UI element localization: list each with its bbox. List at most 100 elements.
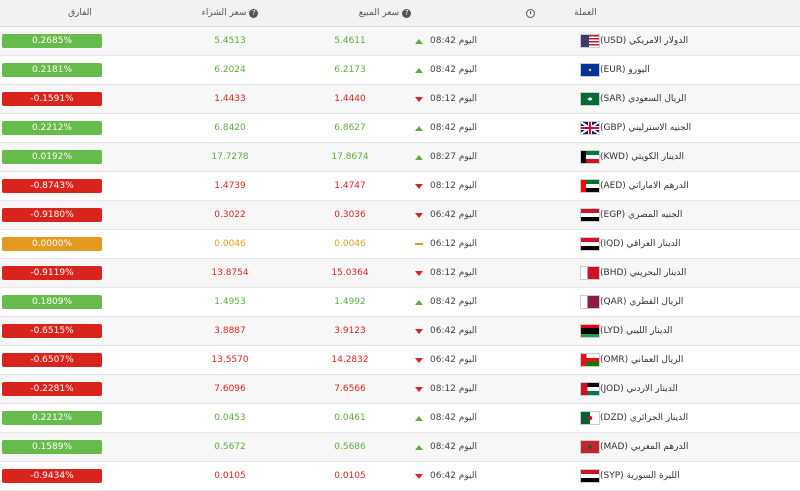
trend-cell bbox=[410, 433, 428, 461]
currency-cell: الدولار الامريكي (USD) bbox=[574, 27, 794, 55]
table-row: الليرة السورية (SYP) اليوم 06:42 0.0105 … bbox=[0, 462, 800, 491]
diff-badge: 0.1809% bbox=[2, 295, 102, 309]
currency-name: الجنيه المصري (EGP) bbox=[600, 210, 683, 220]
sell-price: 6.2173 bbox=[334, 65, 366, 75]
clock-icon bbox=[525, 8, 535, 18]
trend-cell bbox=[410, 143, 428, 171]
buy-price: 5.4513 bbox=[214, 36, 246, 46]
eu-flag-icon bbox=[580, 63, 600, 77]
help-icon[interactable]: ? bbox=[249, 8, 259, 18]
trend-cell bbox=[410, 404, 428, 432]
currency-name: الدينار الكويتي (KWD) bbox=[600, 152, 685, 162]
trend-up-icon bbox=[415, 67, 423, 73]
update-time: اليوم 08:42 bbox=[430, 123, 477, 133]
trend-up-icon bbox=[415, 125, 423, 131]
trend-down-icon bbox=[415, 183, 423, 189]
currency-cell: الليرة السورية (SYP) bbox=[574, 462, 794, 490]
diff-cell: -0.1591% bbox=[2, 85, 104, 113]
currency-name: الدرهم الاماراتي (AED) bbox=[600, 181, 689, 191]
diff-badge: 0.1589% bbox=[2, 440, 102, 454]
diff-badge: 0.2685% bbox=[2, 34, 102, 48]
sy-flag-icon bbox=[580, 469, 600, 483]
kw-flag-icon bbox=[580, 150, 600, 164]
update-time: اليوم 06:42 bbox=[430, 471, 477, 481]
diff-cell: -0.8743% bbox=[2, 172, 104, 200]
trend-down-icon bbox=[415, 96, 423, 102]
currency-name: الريال القطري (QAR) bbox=[600, 297, 684, 307]
gb-flag-icon bbox=[580, 121, 600, 135]
diff-cell: -0.2281% bbox=[2, 375, 104, 403]
table-row: الريال القطري (QAR) اليوم 08:42 1.4992 1… bbox=[0, 288, 800, 317]
diff-badge: -0.9119% bbox=[2, 266, 102, 280]
buy-price: 6.2024 bbox=[214, 65, 246, 75]
update-time: اليوم 06:12 bbox=[430, 239, 477, 249]
currency-cell: الدينار الاردني (JOD) bbox=[574, 375, 794, 403]
diff-badge: 0.2212% bbox=[2, 121, 102, 135]
currency-cell: الدينار الليبي (LYD) bbox=[574, 317, 794, 345]
buy-price: 0.0453 bbox=[214, 413, 246, 423]
trend-cell bbox=[410, 201, 428, 229]
om-flag-icon bbox=[580, 353, 600, 367]
buy-price: 3.8887 bbox=[214, 326, 246, 336]
buy-price: 1.4739 bbox=[214, 181, 246, 191]
diff-cell: 0.1589% bbox=[2, 433, 104, 461]
eg-flag-icon bbox=[580, 208, 600, 222]
help-icon[interactable]: ? bbox=[402, 8, 412, 18]
diff-cell: -0.6515% bbox=[2, 317, 104, 345]
sell-price: 6.8627 bbox=[334, 123, 366, 133]
trend-cell bbox=[410, 375, 428, 403]
diff-cell: 0.2181% bbox=[2, 56, 104, 84]
buy-price: 0.3022 bbox=[214, 210, 246, 220]
currency-name: الدينار الجزائري (DZD) bbox=[600, 413, 689, 423]
diff-cell: 0.2212% bbox=[2, 404, 104, 432]
update-time: اليوم 06:42 bbox=[430, 210, 477, 220]
bh-flag-icon bbox=[580, 266, 600, 280]
trend-cell bbox=[410, 462, 428, 490]
currency-name: الريال السعودي (SAR) bbox=[600, 94, 687, 104]
sell-price: 5.4611 bbox=[334, 36, 366, 46]
trend-cell bbox=[410, 172, 428, 200]
buy-price: 13.5570 bbox=[211, 355, 249, 365]
diff-cell: 0.2685% bbox=[2, 27, 104, 55]
sell-price: 0.5686 bbox=[334, 442, 366, 452]
sell-price: 1.4440 bbox=[334, 94, 366, 104]
table-row: الدينار العراقي (IQD) اليوم 06:12 0.0046… bbox=[0, 230, 800, 259]
trend-down-icon bbox=[415, 328, 423, 334]
diff-badge: 0.0000% bbox=[2, 237, 102, 251]
diff-cell: 0.0192% bbox=[2, 143, 104, 171]
update-time: اليوم 08:27 bbox=[430, 152, 477, 162]
currency-cell: الدرهم المغربي (MAD) bbox=[574, 433, 794, 461]
update-time: اليوم 08:42 bbox=[430, 442, 477, 452]
currency-cell: الريال السعودي (SAR) bbox=[574, 85, 794, 113]
trend-flat-icon bbox=[415, 243, 423, 245]
iq-flag-icon bbox=[580, 237, 600, 251]
diff-cell: 0.0000% bbox=[2, 230, 104, 258]
diff-badge: -0.8743% bbox=[2, 179, 102, 193]
update-time: اليوم 06:42 bbox=[430, 326, 477, 336]
update-time: اليوم 08:42 bbox=[430, 36, 477, 46]
table-row: الدينار الليبي (LYD) اليوم 06:42 3.9123 … bbox=[0, 317, 800, 346]
header-diff-label: الفارق bbox=[68, 8, 92, 18]
currency-cell: الدينار الجزائري (DZD) bbox=[574, 404, 794, 432]
diff-cell: -0.6507% bbox=[2, 346, 104, 374]
currency-cell: اليورو (EUR) bbox=[574, 56, 794, 84]
sell-price: 17.8674 bbox=[331, 152, 369, 162]
buy-price: 0.5672 bbox=[214, 442, 246, 452]
jo-flag-icon bbox=[580, 382, 600, 396]
header-buy-label: سعر الشراء bbox=[201, 8, 247, 18]
us-flag-icon bbox=[580, 34, 600, 48]
table-header: العملة سعر المبيع? سعر الشراء? الفارق bbox=[0, 0, 800, 27]
table-row: الدينار الاردني (JOD) اليوم 08:12 7.6566… bbox=[0, 375, 800, 404]
table-row: الدولار الامريكي (USD) اليوم 08:42 5.461… bbox=[0, 27, 800, 56]
sell-price: 1.4992 bbox=[334, 297, 366, 307]
buy-price: 17.7278 bbox=[211, 152, 249, 162]
table-row: اليورو (EUR) اليوم 08:42 6.2173 6.2024 0… bbox=[0, 56, 800, 85]
trend-up-icon bbox=[415, 154, 423, 160]
update-time: اليوم 08:12 bbox=[430, 384, 477, 394]
header-time bbox=[480, 0, 580, 26]
trend-up-icon bbox=[415, 38, 423, 44]
currency-name: الدينار العراقي (IQD) bbox=[600, 239, 681, 249]
trend-down-icon bbox=[415, 357, 423, 363]
diff-badge: 0.2181% bbox=[2, 63, 102, 77]
buy-price: 13.8754 bbox=[211, 268, 249, 278]
